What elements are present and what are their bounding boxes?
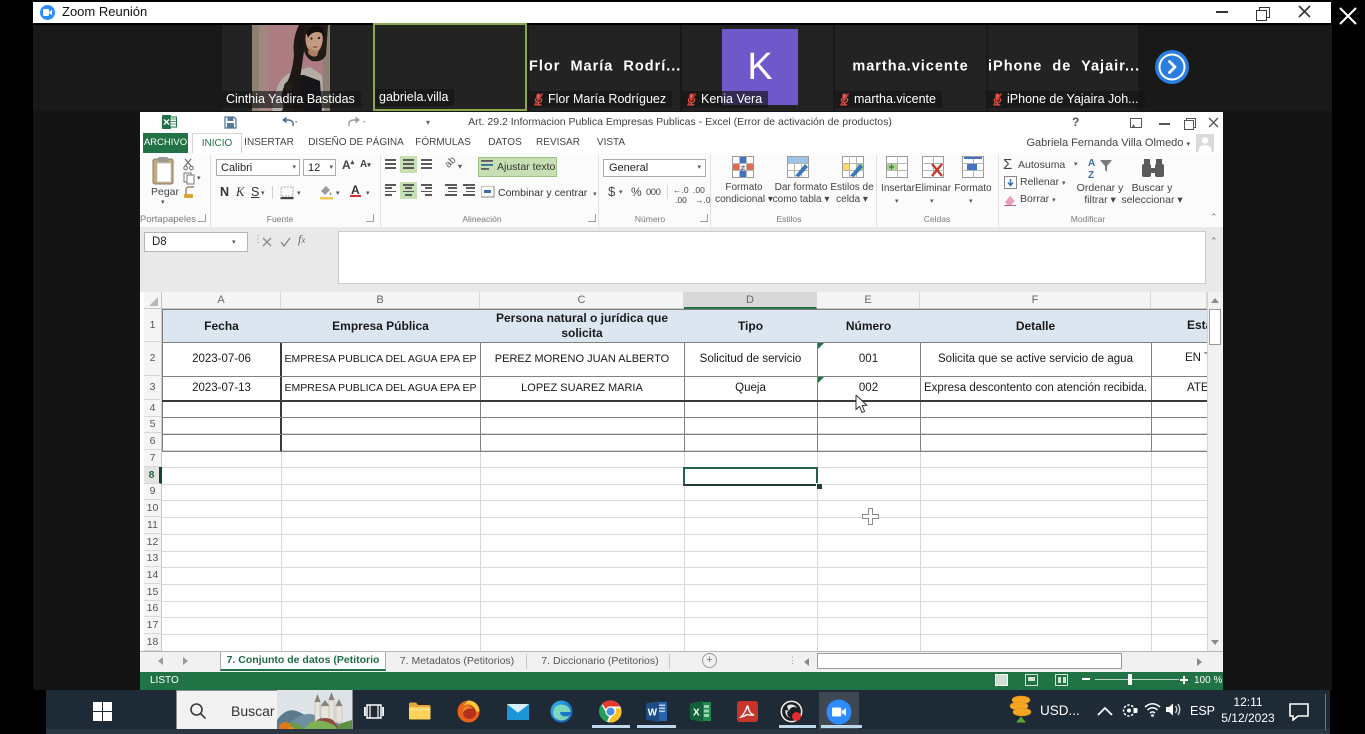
svg-text:Z: Z [1088, 170, 1094, 180]
svg-text:X: X [693, 708, 700, 719]
svg-text:W: W [648, 708, 658, 719]
svg-text:A: A [1088, 158, 1095, 169]
svg-text:≠: ≠ [741, 163, 746, 173]
